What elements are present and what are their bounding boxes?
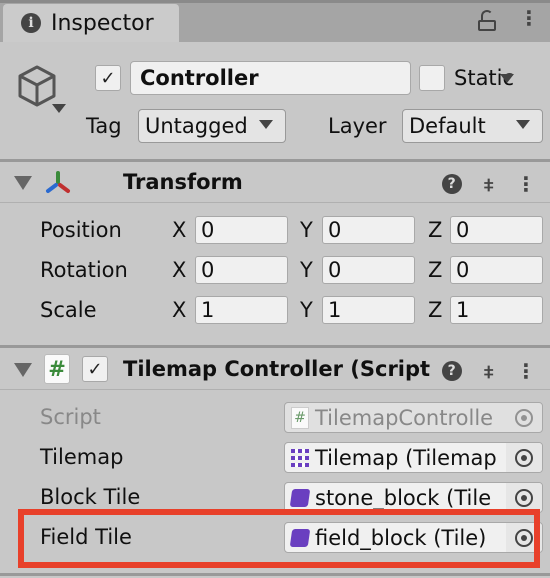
axis-label-y[interactable]: Y [300, 258, 313, 282]
transform-row-label: Rotation [40, 258, 128, 282]
tilemap-grid-icon [291, 448, 309, 467]
divider [0, 573, 550, 576]
active-checkbox[interactable]: ✓ [95, 65, 121, 91]
divider [0, 389, 550, 390]
divider [0, 345, 550, 348]
field-label: Block Tile [40, 485, 141, 509]
target-icon [515, 448, 533, 467]
object-name-input[interactable]: Controller [130, 61, 411, 95]
static-dropdown-icon[interactable] [500, 74, 514, 83]
transform-icon [44, 170, 72, 196]
static-checkbox[interactable] [419, 65, 445, 91]
tag-label: Tag [86, 114, 122, 138]
cs-script-icon: # [291, 406, 309, 429]
lock-icon[interactable] [478, 10, 496, 31]
foldout-arrow-icon[interactable] [14, 363, 32, 377]
position-z-field[interactable]: 0 [450, 216, 543, 244]
field-label: Tilemap [40, 445, 124, 469]
target-icon [515, 488, 533, 507]
axis-label-z[interactable]: Z [428, 218, 442, 242]
object-picker-button[interactable] [506, 403, 542, 432]
axis-label-x[interactable]: X [172, 258, 186, 282]
transform-row-label: Position [40, 218, 122, 242]
transform-row-label: Scale [40, 298, 97, 322]
info-icon: i [21, 13, 41, 33]
script-object-field: # TilemapControlle [284, 402, 543, 433]
tag-dropdown[interactable]: Untagged [138, 109, 286, 143]
preset-sliders-icon[interactable]: ⧧ [484, 172, 494, 196]
axis-label-y[interactable]: Y [300, 298, 313, 322]
component-enabled-checkbox[interactable]: ✓ [82, 356, 108, 382]
scale-z-field[interactable]: 1 [450, 296, 543, 324]
divider [0, 202, 550, 203]
axis-label-z[interactable]: Z [428, 258, 442, 282]
help-icon[interactable]: ? [441, 361, 462, 381]
more-options-icon[interactable]: ⋮ [516, 174, 536, 194]
scale-x-field[interactable]: 1 [195, 296, 288, 324]
more-options-icon[interactable]: ⋮ [516, 361, 536, 381]
rotation-x-field[interactable]: 0 [195, 256, 288, 284]
rotation-z-field[interactable]: 0 [450, 256, 543, 284]
axis-label-x[interactable]: X [172, 298, 186, 322]
gameobject-cube-icon[interactable] [16, 64, 58, 108]
object-picker-button[interactable] [506, 483, 542, 512]
chevron-down-icon [259, 120, 273, 129]
tilemap-object-field[interactable]: Tilemap (Tilemap [284, 442, 543, 473]
foldout-arrow-icon[interactable] [14, 176, 32, 190]
component-title: Transform [123, 170, 243, 194]
scale-y-field[interactable]: 1 [322, 296, 415, 324]
rotation-y-field[interactable]: 0 [322, 256, 415, 284]
layer-label: Layer [328, 114, 387, 138]
script-component-header[interactable]: # ✓ Tilemap Controller (Script ? ⧧ ⋮ [0, 349, 550, 389]
axis-label-z[interactable]: Z [428, 298, 442, 322]
help-icon[interactable]: ? [441, 174, 462, 194]
cs-script-icon: # [44, 354, 70, 384]
chevron-down-icon [516, 120, 530, 129]
highlight-box [18, 509, 540, 568]
layer-dropdown[interactable]: Default [402, 109, 543, 143]
tile-icon [289, 488, 311, 507]
transform-header[interactable]: Transform ? ⧧ ⋮ [0, 162, 550, 202]
tab-inspector[interactable]: i Inspector [3, 4, 179, 42]
axis-label-y[interactable]: Y [300, 218, 313, 242]
position-y-field[interactable]: 0 [322, 216, 415, 244]
field-label: Script [40, 405, 101, 429]
object-picker-button[interactable] [506, 443, 542, 472]
preset-sliders-icon[interactable]: ⧧ [484, 359, 494, 383]
chevron-down-icon[interactable] [52, 104, 66, 113]
component-title: Tilemap Controller (Script [123, 357, 431, 381]
target-icon [515, 408, 533, 427]
axis-label-x[interactable]: X [172, 218, 186, 242]
more-options-icon[interactable]: ⋮ [519, 8, 539, 28]
position-x-field[interactable]: 0 [195, 216, 288, 244]
